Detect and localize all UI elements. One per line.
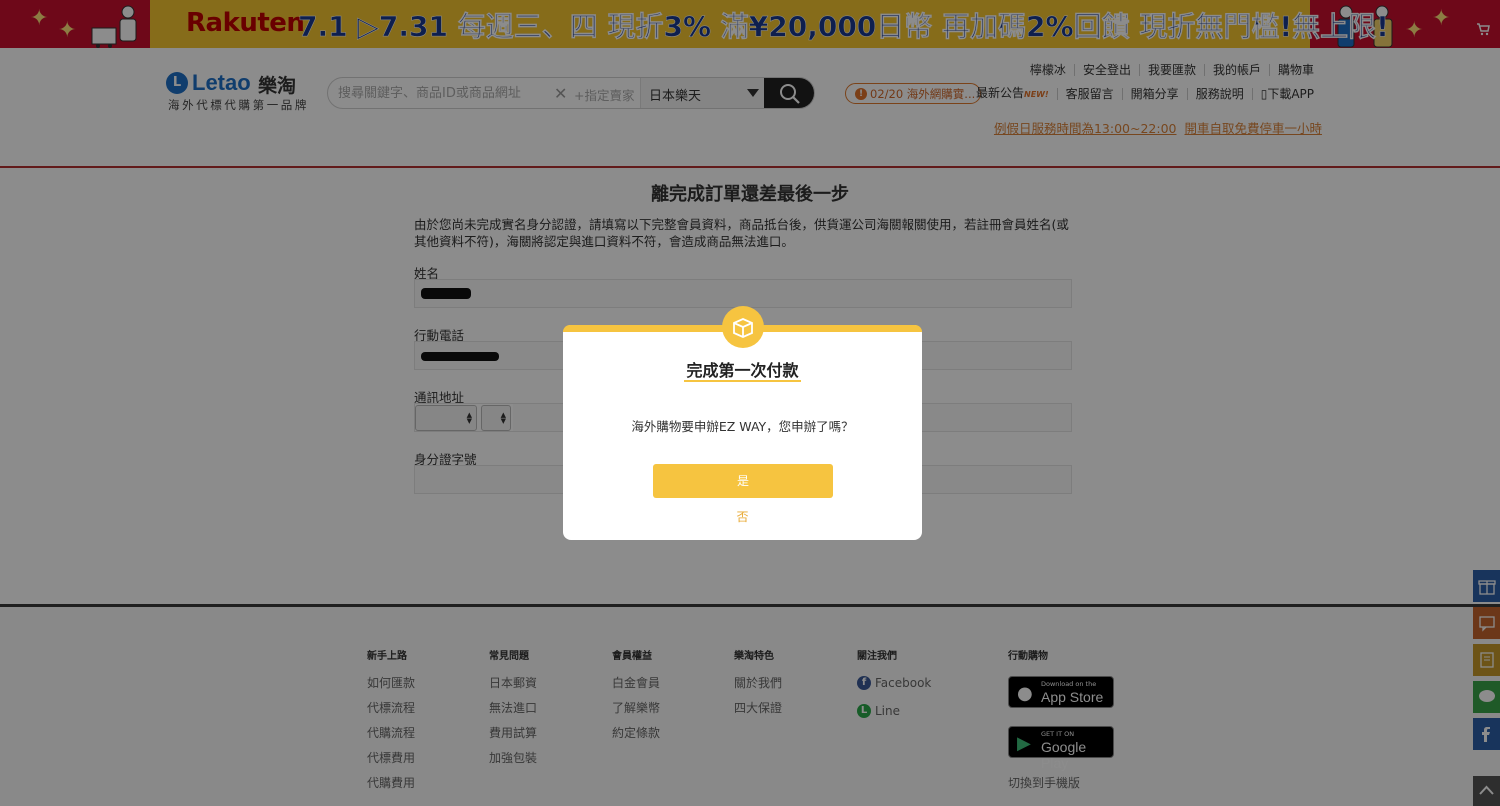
package-icon [733, 318, 753, 338]
dialog-message: 海外購物要申辦EZ WAY，您申辦了嗎？ [631, 419, 854, 434]
payment-dialog: 完成第一次付款 海外購物要申辦EZ WAY，您申辦了嗎？ 是 否 [563, 306, 922, 540]
title-underline [684, 380, 801, 382]
dialog-title: 完成第一次付款 [686, 361, 799, 380]
dialog-badge [722, 306, 764, 348]
yes-button[interactable]: 是 [653, 464, 833, 498]
no-button[interactable]: 否 [563, 508, 922, 525]
